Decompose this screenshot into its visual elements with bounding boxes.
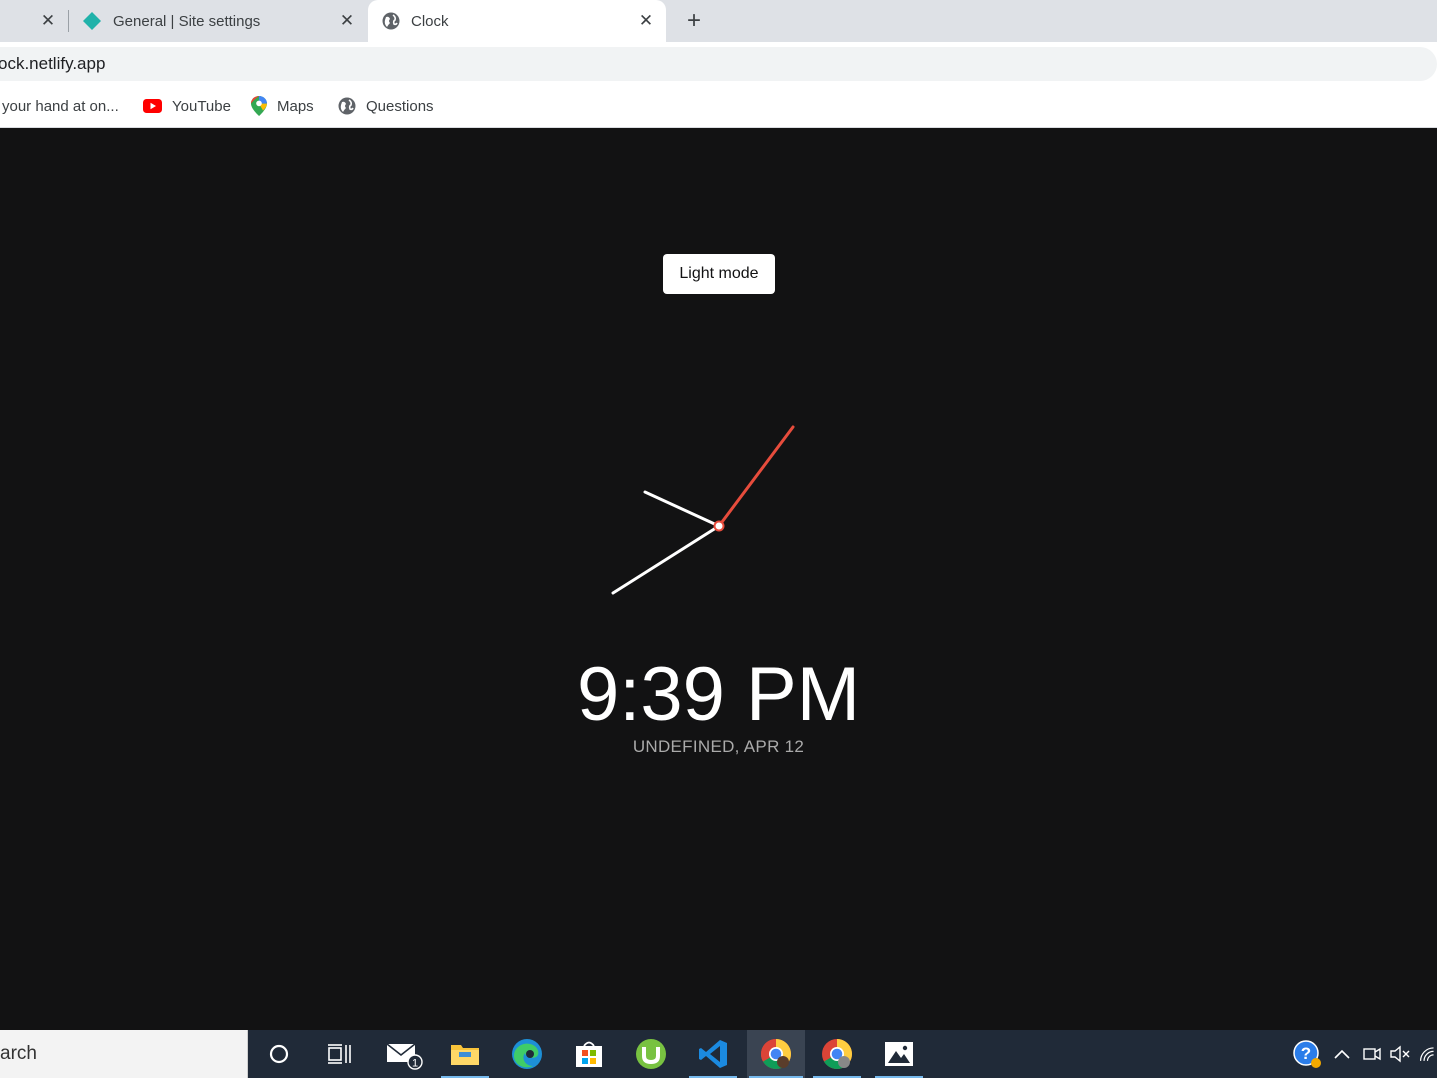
analog-clock bbox=[611, 425, 795, 595]
globe-icon bbox=[338, 97, 356, 115]
utorrent-icon bbox=[636, 1039, 666, 1069]
volume-muted-icon bbox=[1390, 1045, 1410, 1063]
minute-hand bbox=[611, 524, 721, 595]
tab-strip: ✕ General | Site settings ✕ Clock ✕ + bbox=[0, 0, 1437, 42]
store-icon bbox=[576, 1041, 602, 1067]
utorrent-app[interactable] bbox=[625, 1030, 677, 1078]
clock-page: Light mode 9:39 PM UNDEFINED, APR 12 bbox=[0, 128, 1437, 1030]
bookmark-youtube[interactable]: YouTube bbox=[143, 86, 231, 126]
store-app[interactable] bbox=[563, 1030, 615, 1078]
address-url[interactable]: ock.netlify.app bbox=[0, 54, 105, 74]
tab-title: General | Site settings bbox=[113, 12, 261, 30]
meet-now-button[interactable] bbox=[1360, 1030, 1384, 1078]
cortana-icon bbox=[269, 1044, 289, 1064]
bookmark-label: Questions bbox=[366, 97, 434, 115]
bookmark-item[interactable]: your hand at on... bbox=[2, 86, 119, 126]
globe-icon bbox=[382, 12, 400, 30]
wifi-icon bbox=[1419, 1047, 1434, 1061]
new-tab-button[interactable]: + bbox=[682, 7, 706, 34]
svg-text:?: ? bbox=[1301, 1044, 1311, 1063]
bookmark-maps[interactable]: Maps bbox=[251, 86, 314, 126]
close-tab-icon[interactable]: ✕ bbox=[337, 11, 357, 31]
show-hidden-icons-button[interactable] bbox=[1330, 1030, 1354, 1078]
netlify-diamond-icon bbox=[83, 12, 101, 30]
vscode-icon bbox=[699, 1040, 727, 1068]
mail-app[interactable]: 1 bbox=[377, 1030, 429, 1078]
bookmarks-bar: your hand at on... YouTube Maps Question… bbox=[0, 86, 1437, 128]
windows-taskbar: arch 1 ? bbox=[0, 1030, 1437, 1078]
mail-icon: 1 bbox=[386, 1043, 423, 1070]
search-placeholder: arch bbox=[0, 1043, 37, 1064]
chevron-up-icon bbox=[1334, 1049, 1350, 1059]
network-button[interactable] bbox=[1418, 1030, 1437, 1078]
help-tray-button[interactable]: ? bbox=[1290, 1030, 1324, 1078]
hour-hand bbox=[643, 490, 721, 528]
second-hand bbox=[717, 425, 795, 528]
task-view-icon bbox=[328, 1044, 351, 1064]
volume-button[interactable] bbox=[1388, 1030, 1412, 1078]
bookmark-questions[interactable]: Questions bbox=[338, 86, 434, 126]
date-label: UNDEFINED, APR 12 bbox=[632, 737, 805, 756]
tab-general-site-settings[interactable]: General | Site settings ✕ bbox=[69, 0, 367, 42]
chrome-icon bbox=[760, 1039, 792, 1070]
file-explorer-app[interactable] bbox=[439, 1030, 491, 1078]
bookmark-label: YouTube bbox=[172, 97, 231, 115]
edge-icon bbox=[512, 1039, 542, 1069]
task-view-button[interactable] bbox=[313, 1030, 365, 1078]
digital-time: 9:39 PM bbox=[576, 652, 861, 737]
chrome-app-second[interactable] bbox=[811, 1030, 863, 1078]
tab-title: Clock bbox=[411, 12, 449, 30]
chrome-app-active[interactable] bbox=[747, 1030, 805, 1078]
close-tab-icon[interactable]: ✕ bbox=[38, 11, 58, 31]
clock-center-dot bbox=[713, 520, 725, 532]
help-icon: ? bbox=[1293, 1040, 1321, 1068]
edge-app[interactable] bbox=[501, 1030, 553, 1078]
close-tab-icon[interactable]: ✕ bbox=[636, 11, 656, 31]
light-mode-toggle-button[interactable]: Light mode bbox=[663, 254, 775, 294]
bookmark-label: your hand at on... bbox=[2, 97, 119, 115]
tab-clock[interactable]: Clock ✕ bbox=[368, 0, 666, 42]
vscode-app[interactable] bbox=[687, 1030, 739, 1078]
maps-pin-icon bbox=[251, 96, 267, 116]
file-explorer-icon bbox=[451, 1045, 479, 1065]
taskbar-search-box[interactable]: arch bbox=[0, 1030, 248, 1078]
photos-icon bbox=[885, 1042, 913, 1066]
browser-toolbar: ock.netlify.app bbox=[0, 42, 1437, 86]
tab-partial[interactable]: ✕ bbox=[0, 0, 68, 42]
youtube-icon bbox=[143, 99, 162, 113]
mail-badge: 1 bbox=[412, 1058, 418, 1070]
chrome-icon bbox=[822, 1039, 853, 1070]
address-bar[interactable]: ock.netlify.app bbox=[0, 47, 1437, 81]
cortana-button[interactable] bbox=[253, 1030, 305, 1078]
camera-icon bbox=[1363, 1047, 1381, 1061]
photos-app[interactable] bbox=[873, 1030, 925, 1078]
bookmark-label: Maps bbox=[277, 97, 314, 115]
